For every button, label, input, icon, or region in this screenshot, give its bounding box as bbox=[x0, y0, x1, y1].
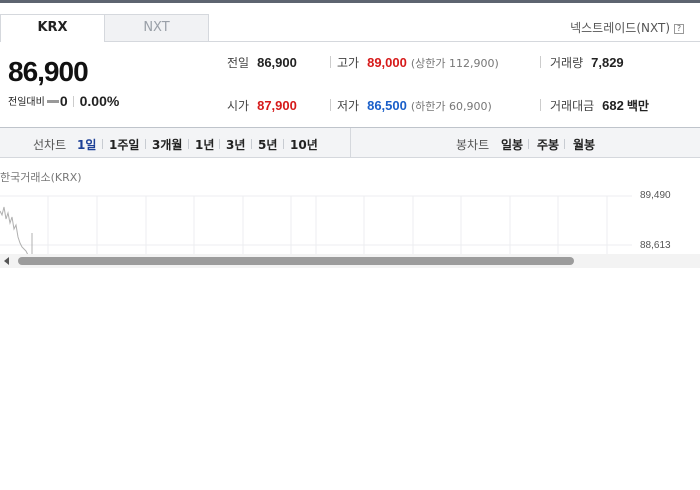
stat-label: 저가 bbox=[337, 99, 360, 113]
stat-open: 시가 87,900 bbox=[227, 97, 297, 114]
stat-label: 거래량 bbox=[550, 56, 584, 70]
chart-source-label: 한국거래소(KRX) bbox=[0, 171, 82, 184]
top-border bbox=[0, 0, 700, 3]
chart-grid bbox=[0, 195, 632, 255]
y-axis-label-high: 89,490 bbox=[640, 190, 671, 201]
period-5y[interactable]: 5년 bbox=[258, 136, 277, 153]
scroll-left-icon[interactable] bbox=[4, 257, 9, 265]
change-label: 전일대비 bbox=[8, 97, 45, 108]
lower-limit: (하한가 60,900) bbox=[410, 100, 492, 113]
current-price: 86,900 bbox=[8, 56, 89, 87]
scrollbar-thumb[interactable] bbox=[18, 257, 574, 265]
chart-scrollbar[interactable] bbox=[0, 254, 700, 268]
change-percent: 0.00% bbox=[79, 93, 120, 109]
stat-value: 86,900 bbox=[257, 55, 297, 70]
price-line bbox=[0, 206, 29, 255]
period-3m[interactable]: 3개월 bbox=[152, 136, 182, 153]
stat-label: 전일 bbox=[227, 56, 250, 70]
market-tabs: KRX NXT bbox=[0, 14, 210, 42]
stat-label: 거래대금 bbox=[550, 99, 595, 113]
price-change: 전일대비 0 0.00% bbox=[8, 93, 119, 109]
line-chart-title: 선차트 bbox=[33, 138, 67, 152]
stat-value: 86,500 bbox=[367, 98, 407, 113]
help-icon[interactable]: ? bbox=[674, 24, 684, 34]
stat-value: 682 bbox=[602, 98, 624, 113]
tab-nxt[interactable]: NXT bbox=[104, 14, 209, 42]
period-10y[interactable]: 10년 bbox=[290, 136, 318, 153]
stat-label: 시가 bbox=[227, 99, 250, 113]
stat-prev-close: 전일 86,900 bbox=[227, 54, 297, 71]
stat-value: 89,000 bbox=[367, 55, 407, 70]
period-1d[interactable]: 1일 bbox=[77, 136, 96, 153]
y-axis-label-low: 88,613 bbox=[640, 240, 671, 251]
stat-high: 고가 89,000 (상한가 112,900) bbox=[337, 54, 499, 71]
candle-weekly[interactable]: 주봉 bbox=[537, 136, 559, 153]
upper-limit: (상한가 112,900) bbox=[410, 57, 499, 70]
candle-chart-title: 봉차트 bbox=[456, 138, 490, 152]
candle-daily[interactable]: 일봉 bbox=[501, 136, 523, 153]
stat-amount: 거래대금 682 백만 bbox=[550, 97, 649, 114]
stat-label: 고가 bbox=[337, 56, 360, 70]
chart-period-bar: 선차트 1일 1주일 3개월 1년 3년 5년 10년 봉차트 일봉 주봉 월봉 bbox=[0, 128, 700, 158]
period-3y[interactable]: 3년 bbox=[226, 136, 245, 153]
nextrade-link-label: 넥스트레이드(NXT) bbox=[570, 21, 670, 35]
stat-unit: 백만 bbox=[626, 99, 649, 113]
flat-icon bbox=[46, 100, 59, 103]
period-1w[interactable]: 1주일 bbox=[109, 136, 139, 153]
stat-volume: 거래량 7,829 bbox=[550, 54, 624, 71]
price-chart bbox=[0, 195, 632, 255]
tab-divider bbox=[0, 41, 700, 42]
tab-krx[interactable]: KRX bbox=[0, 14, 105, 42]
stat-value: 7,829 bbox=[591, 55, 624, 70]
change-value: 0 bbox=[59, 93, 68, 109]
period-1y[interactable]: 1년 bbox=[195, 136, 214, 153]
nextrade-link[interactable]: 넥스트레이드(NXT)? bbox=[570, 19, 684, 36]
stat-value: 87,900 bbox=[257, 98, 297, 113]
stat-low: 저가 86,500 (하한가 60,900) bbox=[337, 97, 492, 114]
candle-monthly[interactable]: 월봉 bbox=[573, 136, 595, 153]
